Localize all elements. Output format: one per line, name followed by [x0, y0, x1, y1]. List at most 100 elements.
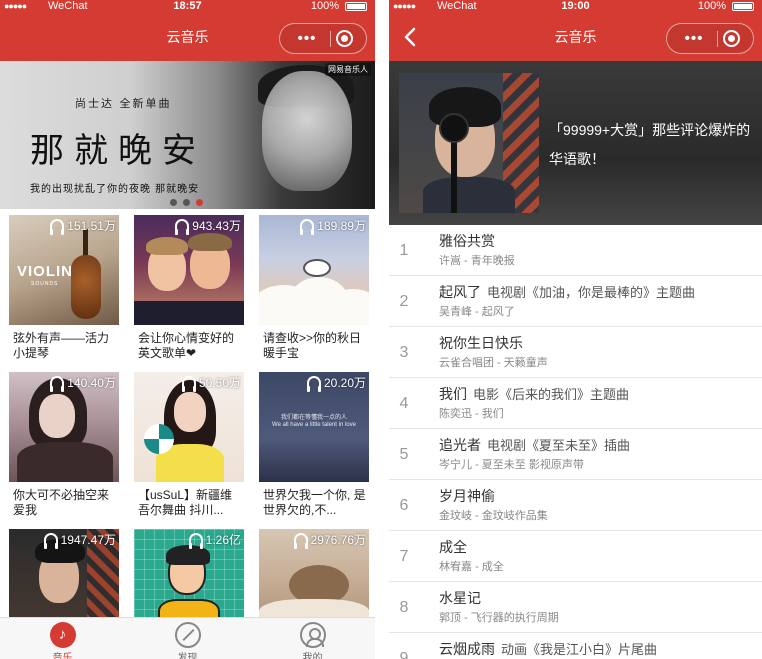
song-name: 祝你生日快乐: [439, 335, 523, 351]
song-name: 水星记: [439, 590, 481, 606]
tab-mine[interactable]: 我的: [250, 618, 375, 659]
play-count: 151.51万: [50, 217, 116, 235]
song-row[interactable]: 3 祝你生日快乐 云雀合唱团 - 天籁童声: [389, 327, 762, 378]
carousel-dot-active[interactable]: [196, 199, 203, 206]
playlist-cover: 2976.76万: [259, 529, 369, 617]
cover-prop: [451, 141, 457, 213]
song-row[interactable]: 1 雅俗共赏 许嵩 - 青年晚报: [389, 225, 762, 276]
song-name: 起风了: [439, 284, 481, 300]
playlist-cover: [399, 73, 539, 213]
cover-face: [174, 392, 206, 432]
song-title: 雅俗共赏: [439, 231, 501, 251]
cover-face: [39, 394, 75, 438]
play-count: 140.40万: [50, 374, 116, 392]
playlist-name: 你大可不必抽空来爱我: [13, 488, 110, 517]
close-target-icon[interactable]: [336, 30, 353, 47]
song-index: 6: [399, 497, 409, 514]
user-icon: [299, 622, 326, 648]
banner-carousel[interactable]: 尚士达 全新单曲 那就晚安 我的出现扰乱了你的夜晚 那就晚安 网易音乐人: [0, 61, 375, 209]
song-row[interactable]: 8 水星记 郭顶 - 飞行器的执行周期: [389, 582, 762, 633]
playlist-detail-screen: ●●●●● WeChat 19:00 100% 云音乐 ••• 「99999+大…: [389, 0, 762, 659]
battery-icon: [345, 2, 367, 11]
song-artist: 许嵩 - 青年晚报: [439, 255, 515, 267]
playlist-card[interactable]: 1.26亿: [134, 523, 244, 617]
song-name: 雅俗共赏: [439, 233, 495, 249]
cover-shirt: [423, 177, 515, 213]
playlist-name: 世界欠我一个你, 是世界欠的,不...: [263, 488, 366, 517]
song-index: 9: [399, 650, 409, 659]
playlist-cover: 1.26亿: [134, 529, 244, 617]
song-row[interactable]: 2 起风了 电视剧《加油，你是最棒的》主题曲吴青峰 - 起风了: [389, 276, 762, 327]
playlist-card[interactable]: 2976.76万: [259, 523, 369, 617]
playlist-cover: VIOLIN SOUNDS 151.51万: [9, 215, 119, 325]
headphones-icon: [306, 376, 321, 392]
song-title: 云烟成雨 动画《我是江小白》片尾曲: [439, 639, 657, 659]
cover-shirt: [134, 301, 244, 325]
headphones-icon: [43, 533, 58, 549]
song-index: 5: [399, 446, 409, 463]
playlist-card[interactable]: 140.40万 你大可不必抽空来爱我: [9, 366, 119, 517]
song-artist: 吴青峰 - 起风了: [439, 306, 515, 318]
song-row[interactable]: 6 岁月神偷金玟岐 - 金玟岐作品集: [389, 480, 762, 531]
headphones-icon: [181, 376, 196, 392]
song-artist: 云雀合唱团 - 天籁童声: [439, 357, 548, 369]
song-artist: 岑宁儿 - 夏至未至 影视原声带: [439, 459, 584, 471]
playlist-cover: 1947.47万: [9, 529, 119, 617]
song-name: 岁月神偷: [439, 488, 495, 504]
capsule-divider: [330, 31, 331, 47]
cover-hair: [146, 237, 188, 255]
tab-label: 我的: [302, 653, 323, 659]
playlist-card[interactable]: 943.43万 会让你心情变好的英文歌单❤: [134, 209, 244, 360]
close-target-icon[interactable]: [723, 30, 740, 47]
battery-percent: 100%: [310, 0, 339, 12]
tab-label: 音乐: [52, 653, 73, 659]
violin-body: [71, 255, 101, 319]
status-bar: ●●●●● WeChat 18:57 100%: [0, 0, 375, 14]
more-icon[interactable]: •••: [677, 24, 711, 53]
song-row[interactable]: 5 追光者 电视剧《夏至未至》插曲岑宁儿 - 夏至未至 影视原声带: [389, 429, 762, 480]
song-index: 2: [399, 293, 409, 310]
playlist-cover: 50.50万: [134, 372, 244, 482]
carousel-dot[interactable]: [183, 199, 190, 206]
song-row[interactable]: 9云烟成雨动画《我是江小白》片尾曲房东的猫: [389, 633, 762, 659]
tab-music[interactable]: ♪ 音乐: [0, 618, 125, 659]
tab-label: 发现: [177, 653, 198, 659]
playlist-card[interactable]: 189.89万 请查收>>你的秋日暖手宝: [259, 209, 369, 360]
playlist-card[interactable]: 1947.47万: [9, 523, 119, 617]
banner-watermark: 网易音乐人: [325, 63, 371, 76]
battery-percent: 100%: [697, 0, 726, 12]
song-index: 7: [399, 548, 409, 565]
play-count: 1947.47万: [43, 531, 116, 549]
song-name: 追光者: [439, 437, 481, 453]
mini-program-capsule: •••: [666, 23, 754, 54]
playlist-card[interactable]: 我们都在等懂我一点的人 We all have a little talent …: [259, 366, 369, 517]
more-icon[interactable]: •••: [290, 24, 324, 53]
song-title: 成全: [439, 537, 473, 557]
playlist-card[interactable]: 50.50万 【usSuL】新疆维吾尔舞曲 抖川...: [134, 366, 244, 517]
carousel-dot[interactable]: [170, 199, 177, 206]
play-count: 1.26亿: [188, 531, 241, 549]
nav-bar: 云音乐 •••: [0, 14, 375, 61]
song-name: 我们: [439, 386, 467, 402]
cover-fan: [144, 424, 174, 454]
song-alias: 动画《我是江小白》片尾曲: [501, 642, 658, 657]
banner-subtitle: 尚士达 全新单曲: [75, 97, 172, 110]
song-alias: 电影《后来的我们》主题曲: [473, 387, 630, 402]
playlist-name: 会让你心情变好的英文歌单❤: [138, 331, 235, 360]
headphones-icon: [300, 219, 315, 235]
song-row[interactable]: 7 成全 林宥嘉 - 成全: [389, 531, 762, 582]
playlist-cover: 189.89万: [259, 215, 369, 325]
song-alias: 电视剧《夏至未至》插曲: [487, 438, 631, 453]
song-index: 4: [399, 395, 409, 412]
song-artist: 金玟岐 - 金玟岐作品集: [439, 510, 548, 522]
playlist-card[interactable]: VIOLIN SOUNDS 151.51万 弦外有声——活力小提琴: [9, 209, 119, 360]
song-title: 起风了 电视剧《加油，你是最棒的》主题曲: [439, 282, 695, 302]
playlist-cover: 943.43万: [134, 215, 244, 325]
song-row[interactable]: 4 我们 电影《后来的我们》主题曲 陈奕迅 - 我们: [389, 378, 762, 429]
playlist-header: 「99999+大赏」那些评论爆炸的华语歌！: [389, 61, 762, 225]
tab-discover[interactable]: 发现: [125, 618, 250, 659]
song-index: 8: [399, 599, 409, 616]
mini-program-capsule: •••: [279, 23, 367, 54]
song-name: 成全: [439, 539, 467, 555]
cover-coat: [17, 442, 113, 482]
